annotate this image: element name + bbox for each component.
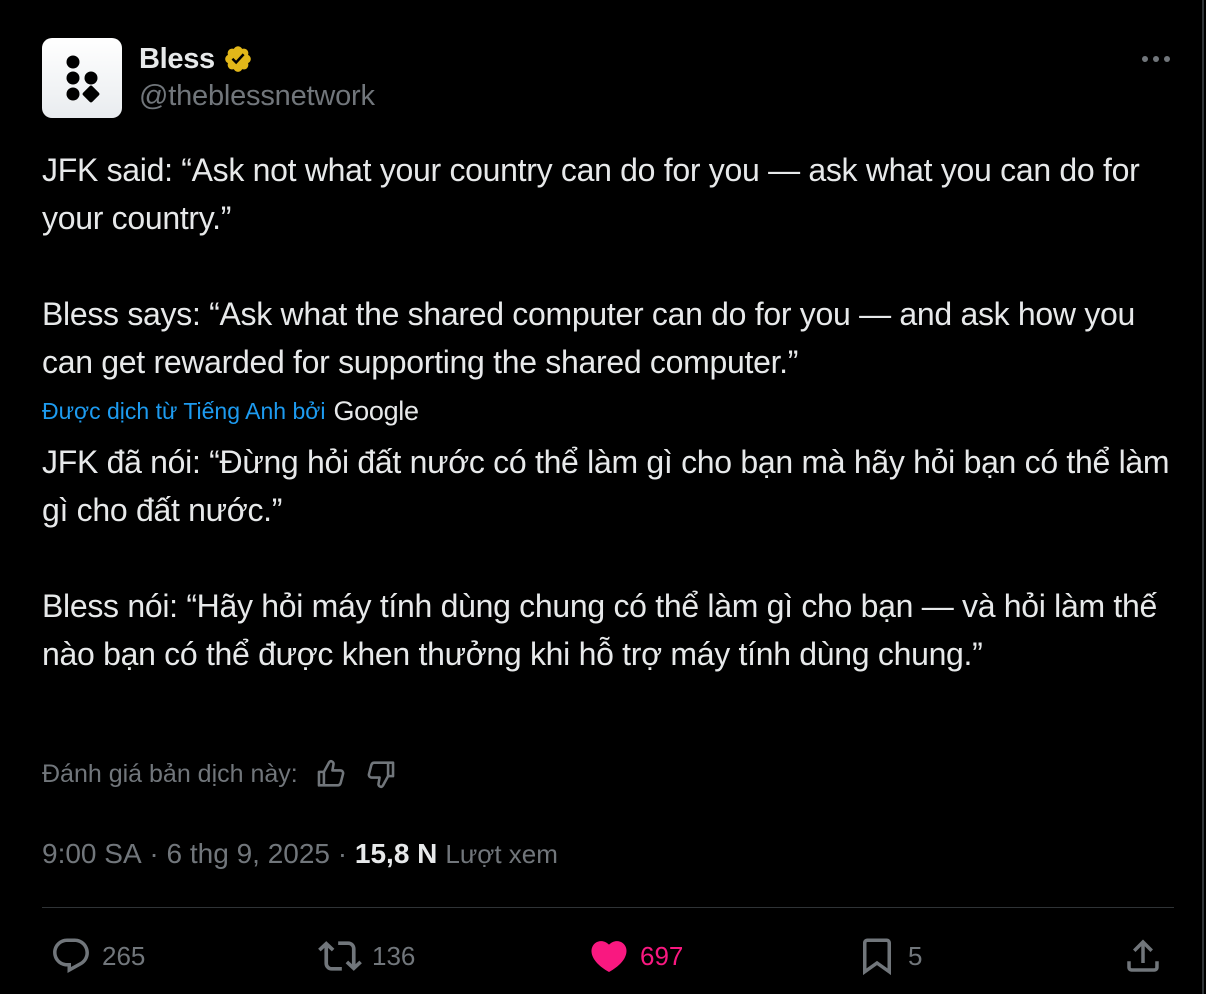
reply-count: 265 <box>102 940 146 971</box>
thumbs-down-icon[interactable] <box>364 757 398 791</box>
reply-icon <box>53 938 89 973</box>
share-icon <box>1127 939 1159 972</box>
tweet-container: Bless @theblessnetwork JFK said: “Ask no… <box>0 0 1204 994</box>
bookmark-icon <box>863 938 891 976</box>
translated-from-link[interactable]: Được dịch từ Tiếng Anh bởi <box>42 398 325 425</box>
tweet-text-translated: JFK đã nói: “Đừng hỏi đất nước có thể là… <box>42 444 1170 672</box>
google-logo: Google <box>333 395 419 426</box>
rating-label: Đánh giá bản dịch này: <box>42 759 298 788</box>
thumbs-up-icon[interactable] <box>314 757 348 791</box>
tweet-date[interactable]: 6 thg 9, 2025 <box>167 838 330 870</box>
retweet-button[interactable]: 136 <box>318 934 415 978</box>
tweet-meta: 9:00 SA · 6 thg 9, 2025 · 15,8 N Lượt xe… <box>42 834 558 874</box>
like-button[interactable]: 697 <box>588 934 683 978</box>
author-handle[interactable]: @theblessnetwork <box>139 80 375 113</box>
heart-filled-icon <box>591 941 627 973</box>
tweet-text-original: JFK said: “Ask not what your country can… <box>42 152 1140 380</box>
retweet-count: 136 <box>372 940 416 971</box>
bookmark-button[interactable]: 5 <box>856 934 922 978</box>
meta-separator: · <box>141 838 167 869</box>
avatar[interactable] <box>42 38 122 118</box>
reply-button[interactable]: 265 <box>50 934 145 978</box>
divider <box>42 907 1174 908</box>
verified-badge-icon[interactable] <box>223 44 253 74</box>
share-button[interactable] <box>1122 934 1164 978</box>
views-count[interactable]: 15,8 N <box>355 838 438 870</box>
author-name[interactable]: Bless <box>139 43 215 76</box>
tweet-time[interactable]: 9:00 SA <box>42 838 142 870</box>
retweet-icon <box>318 941 362 971</box>
bless-logo-icon <box>66 55 100 103</box>
bookmark-count: 5 <box>908 940 923 971</box>
translation-rating: Đánh giá bản dịch này: <box>42 756 398 792</box>
author-name-row[interactable]: Bless <box>139 40 253 78</box>
translation-attribution: Được dịch từ Tiếng Anh bởi Google <box>42 394 419 428</box>
views-label: Lượt xem <box>445 838 558 869</box>
more-horizontal-icon[interactable] <box>1136 44 1176 74</box>
meta-separator: · <box>330 838 355 869</box>
like-count: 697 <box>640 940 684 971</box>
